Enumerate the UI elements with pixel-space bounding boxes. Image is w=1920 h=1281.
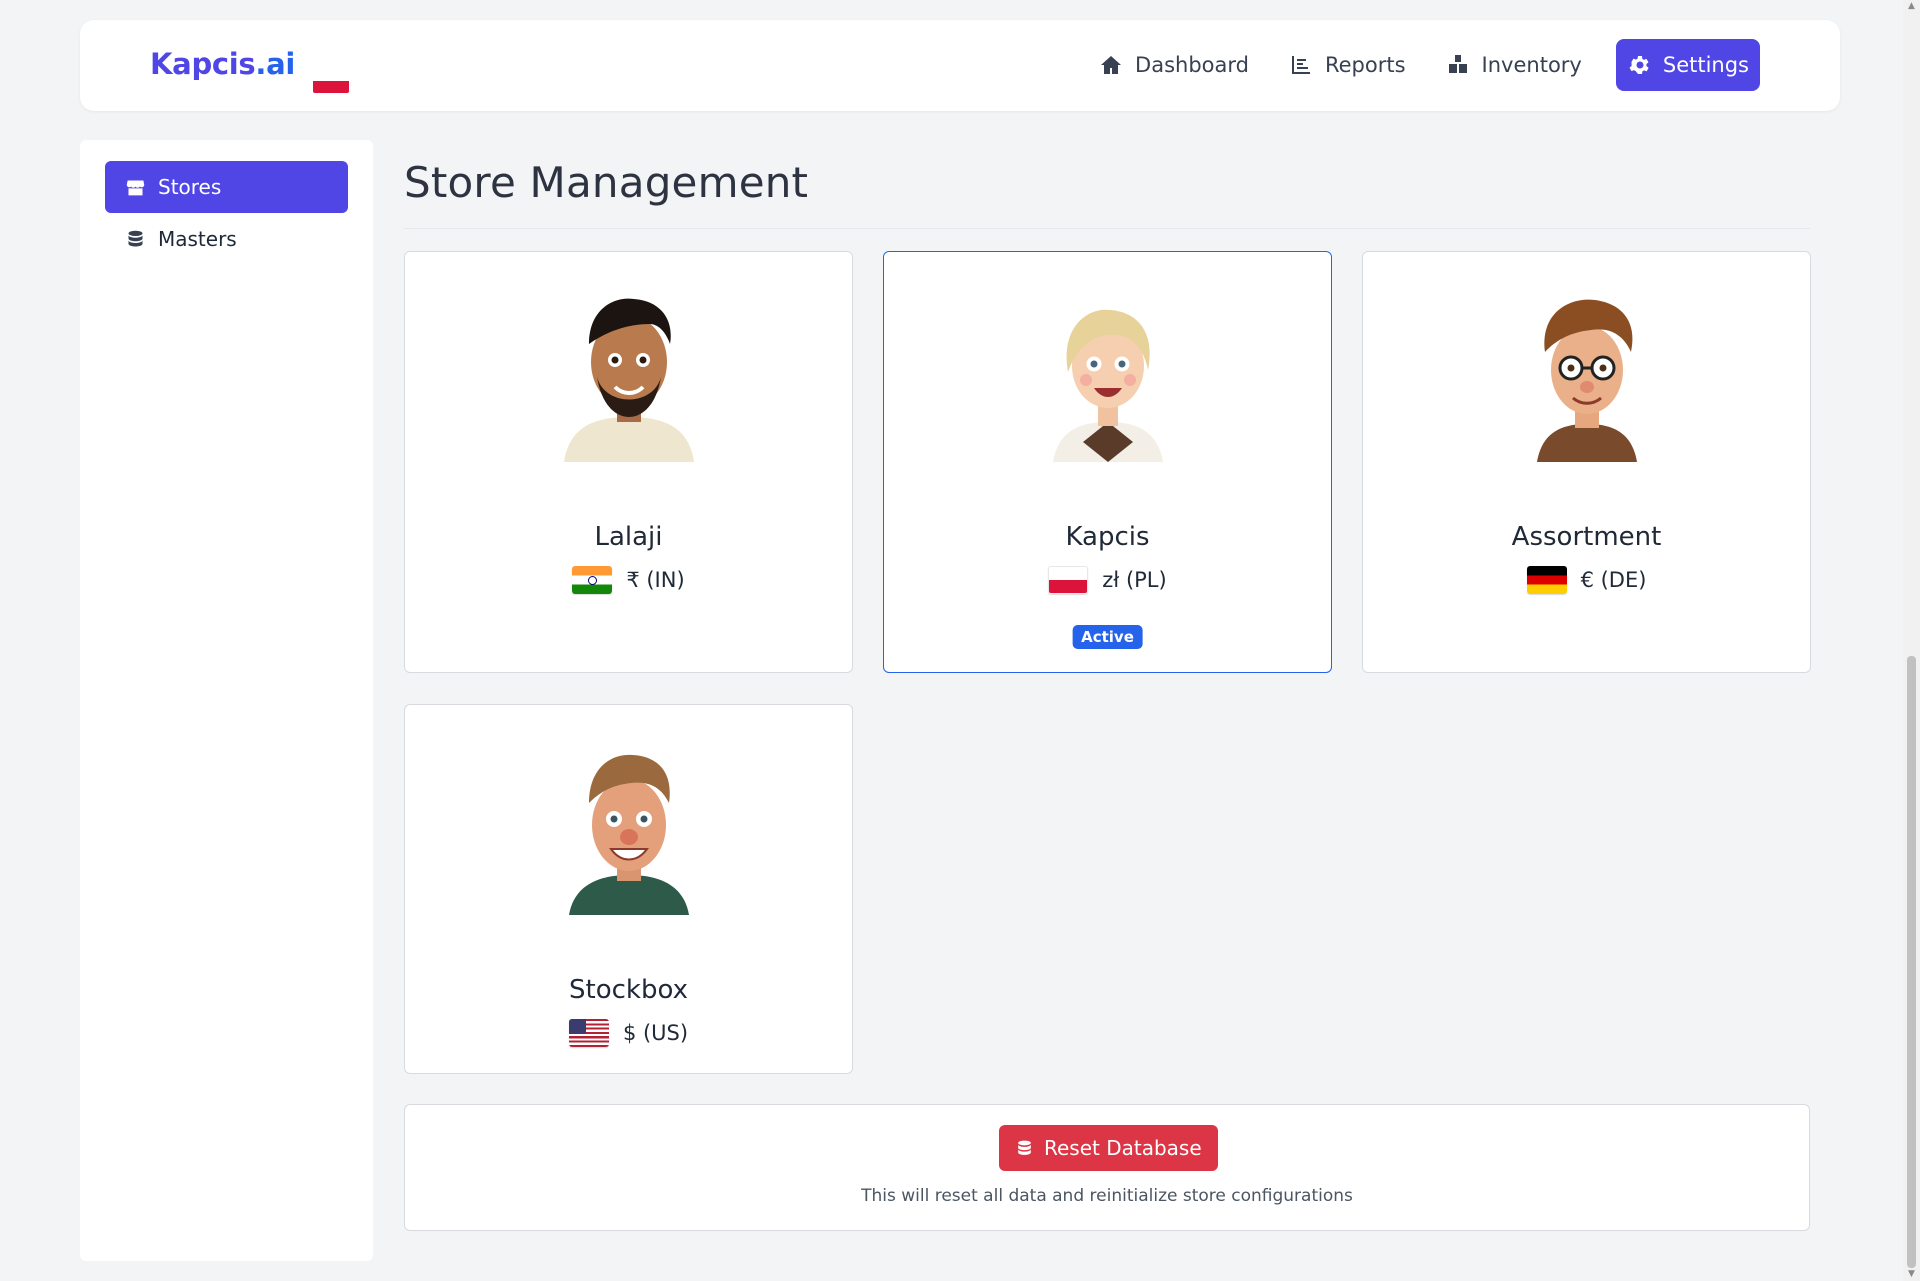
- scrollbar-thumb[interactable]: [1907, 656, 1916, 1268]
- blonde-woman-avatar: [1053, 309, 1163, 462]
- sidebar-item-stores[interactable]: Stores: [105, 161, 348, 213]
- nav-inventory-label: Inventory: [1481, 53, 1582, 77]
- nav-reports-label: Reports: [1324, 53, 1406, 77]
- nav-dashboard-label: Dashboard: [1135, 53, 1249, 77]
- store-meta: ₹ (IN): [405, 566, 852, 594]
- scroll-up-arrow-icon[interactable]: ▲: [1907, 2, 1916, 11]
- scroll-down-arrow-icon[interactable]: ▼: [1907, 1270, 1916, 1279]
- germany-flag-icon: [1526, 566, 1567, 594]
- store-card-kapcis[interactable]: Kapcis zł (PL) Active: [883, 251, 1332, 673]
- india-flag-icon: [572, 566, 613, 594]
- database-icon: [128, 230, 143, 246]
- store-name: Lalaji: [594, 522, 663, 552]
- title-divider: [404, 228, 1810, 229]
- sidebar-item-masters[interactable]: Masters: [105, 213, 348, 265]
- usa-flag-icon: [568, 1019, 609, 1047]
- store-currency: ₹ (IN): [626, 568, 685, 592]
- store-currency: $ (US): [622, 1021, 689, 1045]
- bar-chart-icon: [1291, 56, 1310, 74]
- page-title: Store Management: [404, 158, 809, 207]
- store-card-assortment[interactable]: Assortment € (DE): [1362, 251, 1811, 673]
- nav-settings[interactable]: Settings: [1615, 39, 1760, 91]
- home-icon: [1101, 56, 1122, 74]
- reset-note: This will reset all data and reinitializ…: [861, 1186, 1353, 1206]
- store-card-stockbox[interactable]: Stockbox $ (US): [404, 704, 853, 1074]
- nav-reports[interactable]: Reports: [1269, 39, 1418, 91]
- store-currency: € (DE): [1580, 568, 1647, 592]
- man-with-beard-avatar: [564, 298, 694, 462]
- nav-settings-label: Settings: [1662, 53, 1749, 77]
- nav-inventory[interactable]: Inventory: [1426, 39, 1594, 91]
- sidebar-item-label: Masters: [158, 227, 237, 251]
- active-badge: Active: [1072, 625, 1143, 649]
- top-navbar: Kapcis.ai Dashboard Reports Inventory Se…: [80, 20, 1840, 111]
- store-name: Assortment: [1511, 522, 1662, 552]
- brand-name: Kapcis: [150, 47, 256, 81]
- scrollbar[interactable]: ▲ ▼: [1903, 0, 1920, 1281]
- boxes-icon: [1448, 55, 1467, 73]
- nav-dashboard[interactable]: Dashboard: [1079, 39, 1261, 91]
- store-meta: $ (US): [405, 1019, 852, 1047]
- brand-logo[interactable]: Kapcis.ai: [150, 47, 295, 81]
- poland-flag-icon: [313, 69, 349, 93]
- brand-suffix: .ai: [255, 47, 296, 81]
- man-with-glasses-avatar: [1537, 299, 1637, 462]
- store-currency: zł (PL): [1102, 568, 1167, 592]
- smiling-man-avatar: [569, 754, 689, 915]
- sidebar: Stores Masters: [80, 140, 373, 1261]
- store-name: Kapcis: [1065, 522, 1150, 552]
- store-meta: € (DE): [1363, 566, 1810, 594]
- gear-icon: [1629, 56, 1649, 74]
- sidebar-item-label: Stores: [158, 175, 222, 199]
- store-icon: [126, 180, 145, 195]
- reset-button-label: Reset Database: [1044, 1136, 1202, 1160]
- store-card-lalaji[interactable]: Lalaji ₹ (IN): [404, 251, 853, 673]
- store-name: Stockbox: [569, 975, 688, 1005]
- reset-panel: Reset Database This will reset all data …: [404, 1104, 1810, 1231]
- poland-flag-icon: [1048, 566, 1089, 594]
- main-nav: Dashboard Reports Inventory Settings: [1079, 39, 1760, 91]
- reset-database-button[interactable]: Reset Database: [999, 1125, 1218, 1171]
- database-icon: [1018, 1140, 1031, 1155]
- store-meta: zł (PL): [884, 566, 1331, 594]
